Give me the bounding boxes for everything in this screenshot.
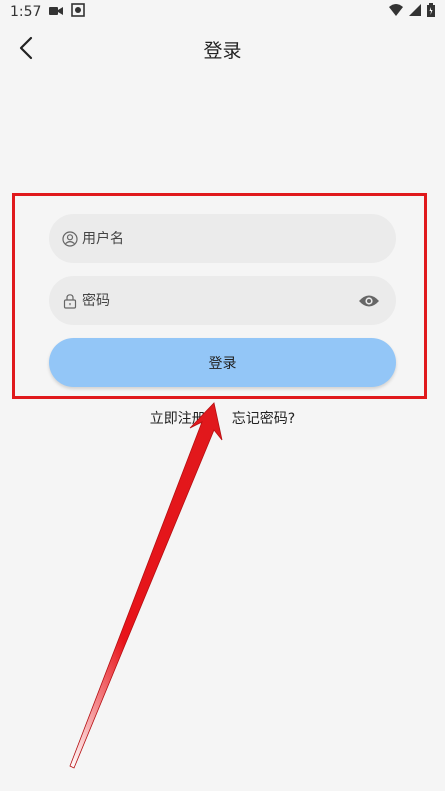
annotation-arrow: [69, 402, 223, 769]
register-link[interactable]: 立即注册: [150, 408, 206, 428]
status-left: 1:57: [10, 3, 86, 21]
password-field[interactable]: [49, 276, 396, 325]
screenshot-icon: [71, 3, 86, 21]
toggle-password-button[interactable]: [358, 290, 380, 312]
eye-icon: [359, 295, 379, 307]
status-time: 1:57: [10, 4, 42, 20]
wifi-icon: [389, 4, 403, 20]
video-camera-icon: [49, 4, 64, 20]
username-input[interactable]: [82, 230, 342, 247]
forgot-password-link[interactable]: 忘记密码?: [232, 408, 295, 428]
login-button[interactable]: 登录: [49, 338, 396, 387]
status-bar: 1:57: [0, 0, 445, 24]
lock-icon: [61, 292, 79, 310]
user-icon: [61, 230, 79, 248]
battery-icon: [427, 3, 435, 21]
page-title: 登录: [203, 40, 242, 62]
username-field[interactable]: [49, 214, 396, 263]
auth-links: 立即注册 忘记密码?: [0, 408, 445, 428]
signal-icon: [409, 4, 421, 20]
login-form: 登录: [49, 214, 396, 387]
top-bar: 登录: [0, 28, 445, 68]
status-right: [389, 3, 435, 21]
password-input[interactable]: [82, 292, 342, 309]
